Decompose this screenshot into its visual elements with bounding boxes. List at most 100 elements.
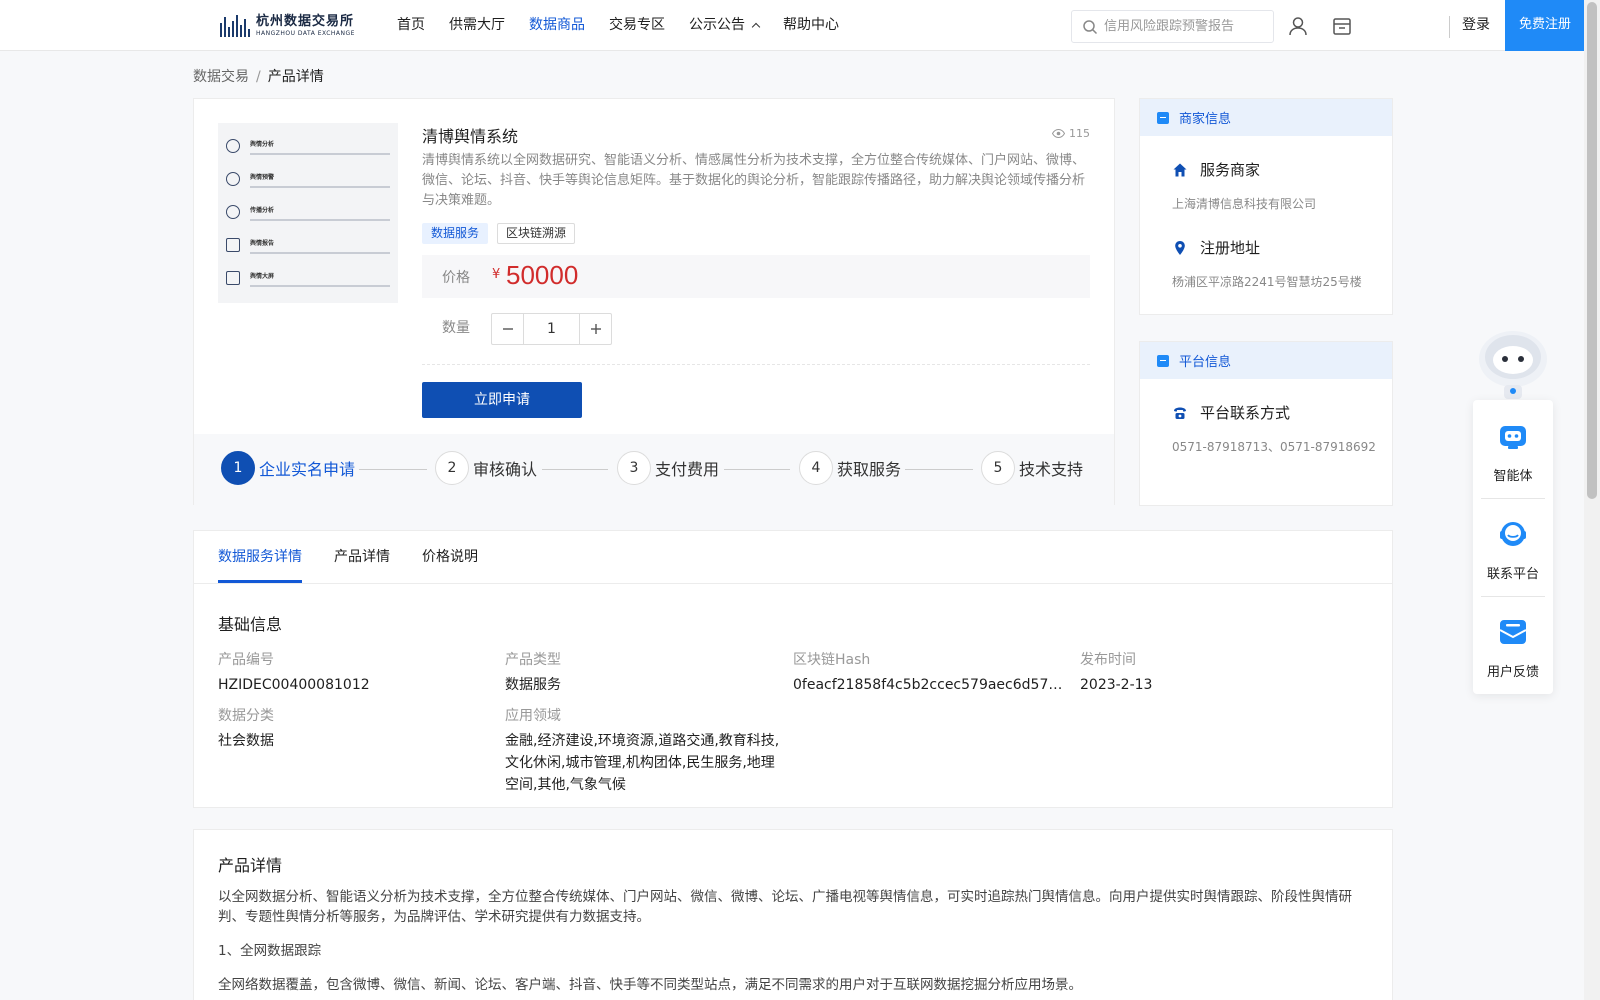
search-input[interactable] [1104,19,1264,34]
field-label: 应用领域 [505,708,561,724]
scrollbar-thumb[interactable] [1587,2,1597,499]
tag-blockchain: 区块链溯源 [497,223,576,244]
apply-now-button[interactable]: 立即申请 [422,382,582,418]
step-connector [542,469,608,470]
field-product-id: 产品编号 HZIDEC00400081012 [218,649,370,696]
breadcrumb-separator: / [256,69,261,85]
nav-home[interactable]: 首页 [385,0,437,50]
breadcrumb: 数据交易 / 产品详情 [193,66,324,86]
basic-info-title: 基础信息 [218,615,283,634]
nav-help-center[interactable]: 帮助中心 [771,0,851,50]
quantity-label: 数量 [442,320,470,336]
field-application-domain: 应用领域金融,经济建设,环境资源,道路交通,教育科技,文化休闲,城市管理,机构团… [505,705,780,796]
alert-icon [226,172,240,186]
service-merchant-value: 上海清博信息科技有限公司 [1172,197,1317,211]
step-2: 2 审核确认 [435,451,537,485]
phone-icon [1174,407,1186,419]
step-number: 1 [221,451,255,485]
field-product-type: 产品类型 数据服务 [505,649,561,696]
platform-info-header: 平台信息 [1140,342,1392,379]
step-number: 3 [617,451,651,485]
currency-symbol: ¥ [492,267,501,282]
field-label: 产品类型 [505,652,561,668]
field-value: 金融,经济建设,环境资源,道路交通,教育科技,文化休闲,城市管理,机构团体,民生… [505,733,780,793]
field-data-category: 数据分类 社会数据 [218,705,274,752]
field-label: 区块链Hash [793,652,871,668]
field-value: HZIDEC00400081012 [218,677,370,693]
price-value: 50000 [506,260,579,290]
breadcrumb-root[interactable]: 数据交易 [193,69,249,85]
step-connector [359,469,427,470]
detail-heading: 1、全网数据跟踪 [218,943,322,959]
service-details-card: 数据服务详情 产品详情 价格说明 基础信息 产品编号 HZIDEC00400081… [193,530,1393,808]
breadcrumb-current: 产品详情 [267,69,324,85]
robot-mascot-icon[interactable] [1474,327,1552,399]
shop-icon[interactable] [1331,15,1353,37]
thumbnail-item: 舆情预警 [250,174,275,181]
agent-label: 智能体 [1493,469,1533,484]
step-number: 4 [799,451,833,485]
quantity-value[interactable]: 1 [523,314,580,344]
step-connector [724,469,790,470]
nav-supply-demand[interactable]: 供需大厅 [437,0,517,50]
logo[interactable]: 杭州数据交易所 HANGZHOU DATA EXCHANGE [220,12,355,40]
feedback-button[interactable]: 用户反馈 [1473,596,1553,693]
nav-announcements-label: 公示公告 [689,17,745,33]
step-1: 1 企业实名申请 [221,451,355,485]
step-number: 5 [981,451,1015,485]
nav-trade-zone[interactable]: 交易专区 [597,0,677,50]
merchant-info-header: 商家信息 [1140,99,1392,136]
step-label: 获取服务 [837,460,902,479]
search-icon [1083,19,1098,34]
product-tags: 数据服务 区块链溯源 [422,223,576,244]
login-link[interactable]: 登录 [1462,0,1490,50]
search-box[interactable] [1071,10,1274,43]
register-button[interactable]: 免费注册 [1505,0,1585,51]
detail-paragraph: 全网络数据覆盖，包含微博、微信、新闻、论坛、客户端、抖音、快手等不同类型站点，满… [218,977,1082,993]
user-icon[interactable] [1287,15,1309,37]
tag-data-service: 数据服务 [422,223,489,244]
platform-contact-label: 平台联系方式 [1200,404,1291,422]
platform-contact-value: 0571-87918713、0571-87918692 [1172,440,1376,454]
field-publish-date: 发布时间 2023-2-13 [1080,649,1152,696]
tab-product-details[interactable]: 产品详情 [334,531,390,583]
contact-platform-button[interactable]: 联系平台 [1473,498,1553,595]
dashboard-icon [226,271,240,285]
view-count: 115 [1052,127,1090,140]
agent-button[interactable]: 智能体 [1473,400,1553,497]
thumbnail-item: 舆情大屏 [250,273,275,280]
contact-platform-label: 联系平台 [1486,567,1539,582]
spread-icon [226,205,240,219]
chevron-up-icon [751,22,761,32]
quantity-stepper: 1 [491,313,612,345]
product-thumbnail: 舆情分析 舆情预警 传播分析 舆情报告 舆情大屏 [218,123,398,303]
field-value: 数据服务 [505,677,561,693]
product-title: 清博舆情系统 [422,127,519,146]
location-pin-icon [1175,240,1185,255]
logo-text: 杭州数据交易所 [256,14,355,29]
registered-address-value: 杨浦区平凉路2241号智慧坊25号楼 [1172,275,1362,289]
increment-button[interactable] [580,314,611,344]
feedback-label: 用户反馈 [1486,665,1539,680]
tab-service-details[interactable]: 数据服务详情 [218,531,302,583]
globe-icon [226,139,240,153]
step-label: 企业实名申请 [259,460,356,479]
calendar-icon [1157,354,1169,367]
home-icon [1173,163,1187,176]
field-label: 数据分类 [218,708,274,724]
nav-data-products[interactable]: 数据商品 [517,0,597,50]
merchant-info-card: 商家信息 服务商家 上海清博信息科技有限公司 注册地址 杨浦区平凉路2241号智… [1139,98,1393,315]
price-label: 价格 [442,270,470,286]
registered-address-row: 注册地址 [1172,237,1260,258]
robot-icon [1500,426,1526,449]
main-nav: 首页 供需大厅 数据商品 交易专区 公示公告 帮助中心 [385,0,851,50]
minus-icon [502,328,513,330]
decrement-button[interactable] [492,314,523,344]
platform-info-title: 平台信息 [1179,355,1232,370]
nav-announcements[interactable]: 公示公告 [677,0,771,50]
product-detail-title: 产品详情 [218,856,283,875]
step-label: 审核确认 [473,460,538,479]
page-scrollbar[interactable] [1584,0,1600,1000]
header-divider [1449,16,1450,38]
tab-price-info[interactable]: 价格说明 [422,531,478,583]
